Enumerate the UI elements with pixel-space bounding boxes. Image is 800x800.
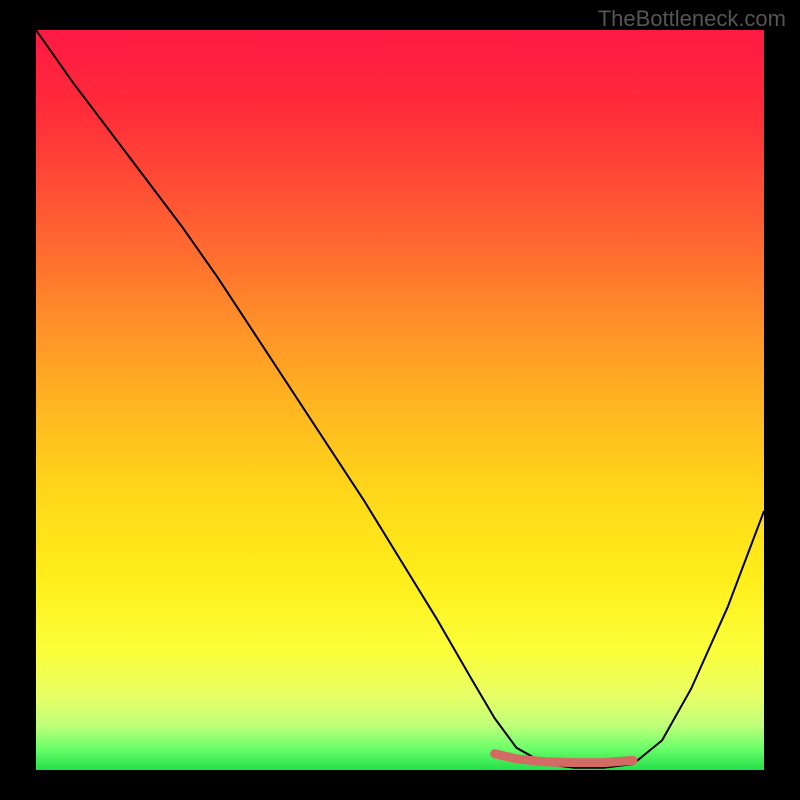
chart-svg bbox=[36, 30, 764, 770]
highlight-band bbox=[495, 754, 633, 763]
watermark-text: TheBottleneck.com bbox=[598, 6, 786, 32]
main-curve bbox=[36, 30, 764, 768]
plot-area bbox=[36, 30, 764, 770]
